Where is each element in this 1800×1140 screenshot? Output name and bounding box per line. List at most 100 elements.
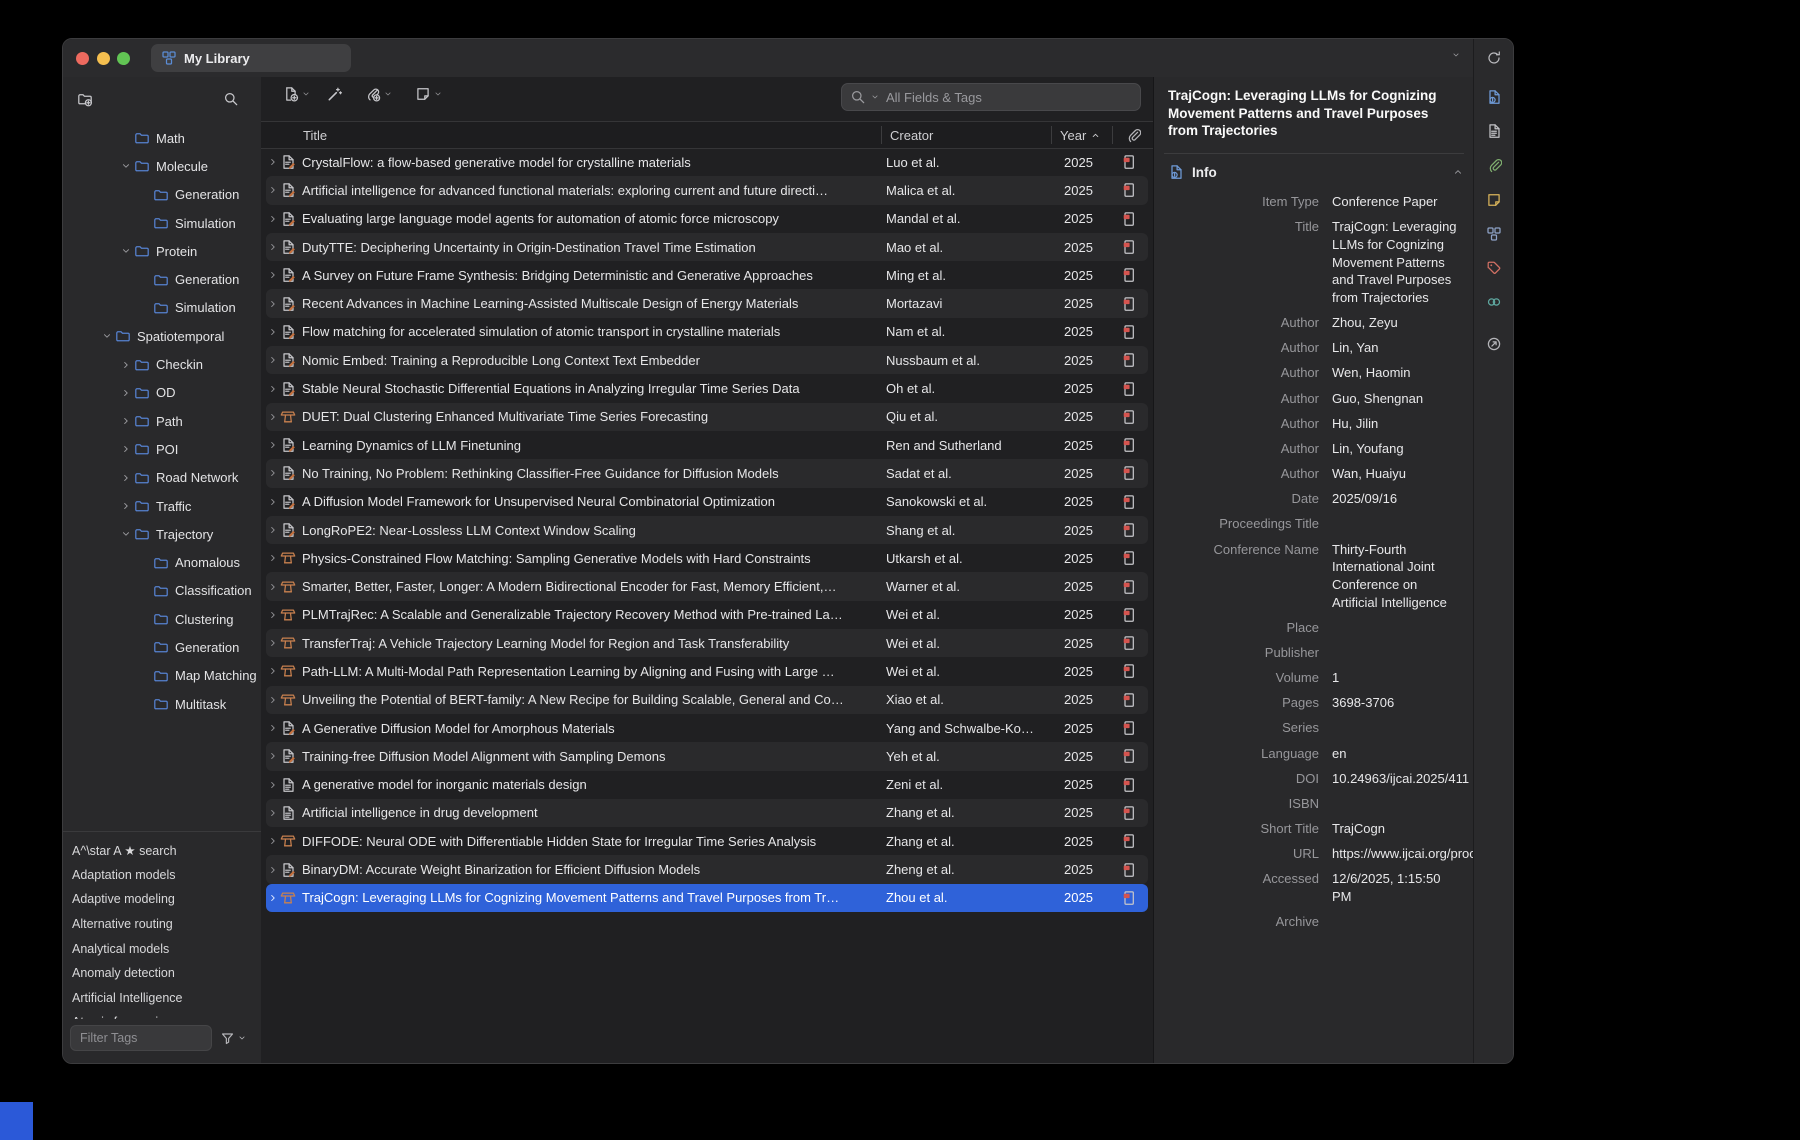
related-pane-button[interactable]	[1483, 291, 1505, 313]
collapse-section-icon[interactable]	[1452, 166, 1464, 178]
expand-chevron-icon[interactable]	[266, 524, 280, 536]
item-row[interactable]: A generative model for inorganic materia…	[266, 771, 1148, 799]
field-value[interactable]	[1332, 619, 1474, 637]
chevron-down-icon[interactable]	[118, 245, 134, 257]
column-header-creator[interactable]: Creator	[882, 128, 1051, 143]
collection-item[interactable]: Traffic	[63, 492, 261, 520]
add-by-identifier-button[interactable]	[327, 86, 343, 102]
libraries-pane-button[interactable]	[1483, 223, 1505, 245]
search-icon[interactable]	[850, 89, 866, 105]
chevron-right-icon[interactable]	[118, 387, 134, 399]
expand-chevron-icon[interactable]	[266, 156, 280, 168]
column-header-year[interactable]: Year	[1052, 128, 1112, 143]
collection-search-button[interactable]	[223, 91, 239, 107]
tag-item[interactable]: A^\star A ★ search	[63, 838, 261, 863]
item-row[interactable]: No Training, No Problem: Rethinking Clas…	[266, 459, 1148, 487]
new-note-button[interactable]	[415, 86, 443, 102]
expand-chevron-icon[interactable]	[266, 637, 280, 649]
item-row[interactable]: TransferTraj: A Vehicle Trajectory Learn…	[266, 629, 1148, 657]
item-row[interactable]: Learning Dynamics of LLM FinetuningRen a…	[266, 431, 1148, 459]
sync-button[interactable]	[1483, 47, 1505, 69]
chevron-down-icon[interactable]	[99, 330, 115, 342]
expand-chevron-icon[interactable]	[266, 835, 280, 847]
expand-chevron-icon[interactable]	[266, 694, 280, 706]
library-tab[interactable]: My Library	[151, 44, 351, 72]
search-input[interactable]	[884, 89, 1132, 106]
expand-chevron-icon[interactable]	[266, 864, 280, 876]
tabs-menu-chevron-icon[interactable]	[1451, 50, 1461, 60]
item-row[interactable]: A Diffusion Model Framework for Unsuperv…	[266, 488, 1148, 516]
item-row[interactable]: Artificial intelligence for advanced fun…	[266, 176, 1148, 204]
item-row[interactable]: CrystalFlow: a flow-based generative mod…	[266, 148, 1148, 176]
item-row[interactable]: Artificial intelligence in drug developm…	[266, 799, 1148, 827]
zoom-button[interactable]	[117, 52, 130, 65]
expand-chevron-icon[interactable]	[266, 807, 280, 819]
field-value[interactable]: Lin, Yan	[1332, 339, 1474, 357]
field-value[interactable]: Thirty-Fourth International Joint Confer…	[1332, 541, 1474, 612]
abstract-pane-button[interactable]	[1483, 120, 1505, 142]
expand-chevron-icon[interactable]	[266, 467, 280, 479]
collection-item[interactable]: Road Network	[63, 464, 261, 492]
chevron-right-icon[interactable]	[118, 443, 134, 455]
item-row[interactable]: DutyTTE: Deciphering Uncertainty in Orig…	[266, 233, 1148, 261]
expand-chevron-icon[interactable]	[266, 665, 280, 677]
tag-item[interactable]: Alternative routing	[63, 912, 261, 937]
item-row[interactable]: Training-free Diffusion Model Alignment …	[266, 742, 1148, 770]
collection-item[interactable]: Generation	[63, 265, 261, 293]
field-value[interactable]: 3698-3706	[1332, 694, 1474, 712]
field-value[interactable]	[1332, 644, 1474, 662]
item-row[interactable]: TrajCogn: Leveraging LLMs for Cognizing …	[266, 884, 1148, 912]
expand-chevron-icon[interactable]	[266, 411, 280, 423]
expand-chevron-icon[interactable]	[266, 581, 280, 593]
collection-item[interactable]: Classification	[63, 577, 261, 605]
item-row[interactable]: PLMTrajRec: A Scalable and Generalizable…	[266, 601, 1148, 629]
search-options-chevron-icon[interactable]	[870, 92, 880, 102]
collection-item[interactable]: Anomalous	[63, 548, 261, 576]
item-row[interactable]: Path-LLM: A Multi-Modal Path Representat…	[266, 657, 1148, 685]
chevron-right-icon[interactable]	[118, 415, 134, 427]
item-row[interactable]: Smarter, Better, Faster, Longer: A Moder…	[266, 572, 1148, 600]
field-value[interactable]: en	[1332, 745, 1474, 763]
collection-item[interactable]: Map Matching	[63, 662, 261, 690]
attachments-pane-button[interactable]	[1483, 154, 1505, 176]
filter-chevron-icon[interactable]	[237, 1033, 247, 1043]
field-value[interactable]	[1332, 515, 1474, 533]
item-row[interactable]: Recent Advances in Machine Learning-Assi…	[266, 289, 1148, 317]
tag-item[interactable]: Analytical models	[63, 936, 261, 961]
add-attachment-button[interactable]	[365, 86, 393, 102]
expand-chevron-icon[interactable]	[266, 496, 280, 508]
expand-chevron-icon[interactable]	[266, 552, 280, 564]
item-row[interactable]: Flow matching for accelerated simulation…	[266, 318, 1148, 346]
collection-item[interactable]: Math	[63, 124, 261, 152]
field-value[interactable]: Zhou, Zeyu	[1332, 314, 1474, 332]
collection-item[interactable]: Simulation	[63, 209, 261, 237]
field-value[interactable]: Wen, Haomin	[1332, 364, 1474, 382]
expand-chevron-icon[interactable]	[266, 750, 280, 762]
item-row[interactable]: DIFFODE: Neural ODE with Differentiable …	[266, 827, 1148, 855]
field-value[interactable]: Lin, Youfang	[1332, 440, 1474, 458]
collection-item[interactable]: Protein	[63, 237, 261, 265]
item-row[interactable]: DUET: Dual Clustering Enhanced Multivari…	[266, 403, 1148, 431]
collection-item[interactable]: Trajectory	[63, 520, 261, 548]
item-row[interactable]: BinaryDM: Accurate Weight Binarization f…	[266, 855, 1148, 883]
collection-item[interactable]: Spatiotemporal	[63, 322, 261, 350]
field-value[interactable]: Wan, Huaiyu	[1332, 465, 1474, 483]
field-value[interactable]: Conference Paper	[1332, 193, 1474, 211]
locate-button[interactable]	[1483, 333, 1505, 355]
new-collection-button[interactable]	[77, 91, 93, 107]
expand-chevron-icon[interactable]	[266, 241, 280, 253]
item-row[interactable]: LongRoPE2: Near-Lossless LLM Context Win…	[266, 516, 1148, 544]
expand-chevron-icon[interactable]	[266, 892, 280, 904]
minimize-button[interactable]	[97, 52, 110, 65]
funnel-icon[interactable]	[220, 1031, 235, 1046]
chevron-right-icon[interactable]	[118, 472, 134, 484]
tag-item[interactable]: Anomaly detection	[63, 961, 261, 986]
field-value[interactable]: Guo, Shengnan	[1332, 390, 1474, 408]
field-value[interactable]: 1	[1332, 669, 1474, 687]
field-value[interactable]: https://www.ijcai.org/proceedings/2025/4…	[1332, 845, 1474, 863]
notes-pane-button[interactable]	[1483, 189, 1505, 211]
item-row[interactable]: Physics-Constrained Flow Matching: Sampl…	[266, 544, 1148, 572]
collection-item[interactable]: Simulation	[63, 294, 261, 322]
field-value[interactable]: 10.24963/ijcai.2025/411	[1332, 770, 1474, 788]
tags-pane-button[interactable]	[1483, 257, 1505, 279]
